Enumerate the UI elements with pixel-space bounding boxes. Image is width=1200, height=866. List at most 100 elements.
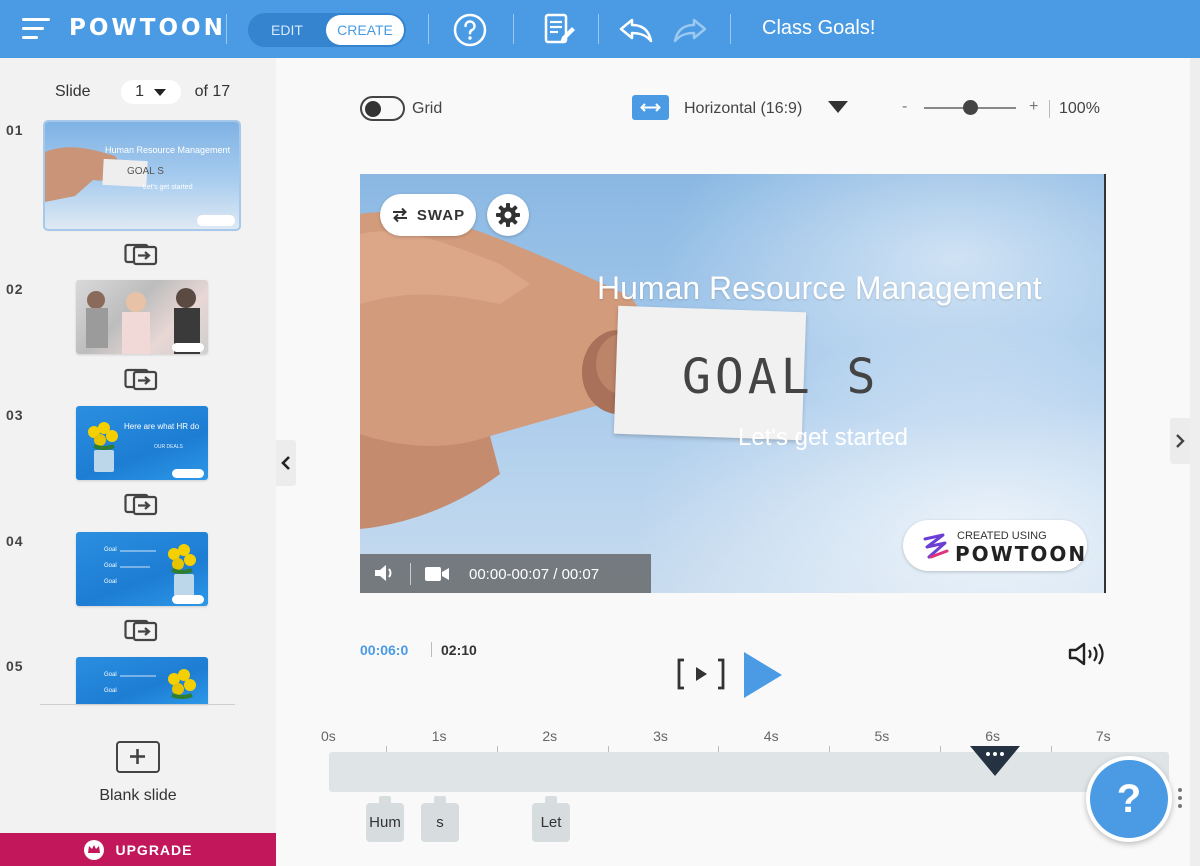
help-circle-icon[interactable] [452, 12, 488, 48]
undo-icon[interactable] [618, 12, 654, 48]
powtoon-logo: POWTOON [69, 15, 226, 41]
timeline-item-chip[interactable]: s [421, 796, 459, 842]
orientation-caret-icon[interactable] [828, 101, 848, 113]
play-icon[interactable] [742, 650, 784, 700]
slide-number-value: 1 [135, 83, 145, 100]
slides-sidebar: Slide 1 of 17 01 Human Resource Manageme… [0, 58, 276, 866]
divider [410, 563, 411, 585]
slide-thumbnail-4[interactable]: Goal Goal Goal [76, 532, 208, 606]
timeline-second-label: 2s [542, 728, 558, 744]
slide-number: 05 [6, 658, 24, 674]
divider [431, 642, 432, 657]
transition-icon[interactable] [124, 492, 158, 516]
divider [730, 14, 731, 44]
paper-text: GOAL S [682, 349, 880, 405]
thumb-goal-2: Goal [104, 688, 117, 694]
transition-icon[interactable] [124, 242, 158, 266]
chevron-right-icon [1176, 434, 1185, 448]
slide-number: 01 [6, 122, 24, 138]
add-blank-slide-button[interactable] [116, 741, 160, 773]
speaker-icon[interactable] [373, 563, 397, 583]
plus-icon [130, 749, 145, 764]
settings-button[interactable] [487, 194, 529, 236]
slide-thumbnail-5[interactable]: Goal Goal [76, 657, 208, 704]
grid-toggle[interactable] [360, 96, 405, 121]
slide-thumbnail-2[interactable] [76, 280, 208, 354]
notes-edit-icon[interactable] [541, 12, 577, 48]
orientation-label[interactable]: Horizontal (16:9) [684, 100, 802, 118]
slide-number: 04 [6, 533, 24, 549]
timeline-second-label: 5s [874, 728, 890, 744]
timeline-second-label: 6s [985, 728, 1000, 744]
collapse-sidebar-button[interactable] [276, 440, 296, 486]
mode-create-button[interactable]: CREATE [326, 15, 404, 45]
zoom-value: 100% [1059, 100, 1100, 117]
zoom-out-button[interactable]: - [902, 98, 907, 116]
upgrade-button[interactable]: UPGRADE [0, 833, 276, 866]
thumb-line-1: Here are what HR do [124, 422, 200, 431]
volume-icon[interactable] [1068, 640, 1106, 668]
crown-icon [84, 839, 105, 860]
zoom-slider-handle[interactable] [962, 100, 978, 115]
slide-number: 03 [6, 407, 24, 423]
caret-down-icon [154, 88, 167, 96]
camera-icon[interactable] [424, 565, 450, 583]
document-title[interactable]: Class Goals! [762, 17, 875, 40]
chevron-left-icon [281, 456, 290, 470]
thumb-goal-3: Goal [104, 579, 117, 585]
timeline-playhead[interactable] [968, 744, 1022, 778]
transition-icon[interactable] [124, 618, 158, 642]
flower-pot-thumb [120, 669, 196, 699]
timeline-track[interactable] [329, 752, 1169, 792]
swap-arrows-icon [392, 207, 407, 223]
horizontal-arrows-icon [640, 103, 661, 112]
timeline-second-label: 4s [763, 728, 779, 744]
mode-toggle: EDIT CREATE [248, 13, 406, 47]
expand-panel-button[interactable] [1170, 418, 1190, 464]
toggle-knob [365, 100, 381, 117]
slide-thumbnail-1[interactable]: Human Resource Management GOAL S Let's g… [43, 120, 241, 231]
orientation-button[interactable] [632, 95, 669, 120]
grid-label: Grid [412, 100, 443, 117]
badge-small-text: CREATED USING [957, 530, 1047, 542]
swap-button[interactable]: SWAP [380, 194, 476, 236]
preview-controls-bar: 00:00-00:07 / 00:07 [360, 554, 651, 593]
slide-total: of 17 [194, 83, 231, 100]
timeline-item-chip[interactable]: Hum [366, 796, 404, 842]
more-options-icon[interactable] [1178, 788, 1184, 810]
slide-canvas[interactable]: GOAL S SWAP Human Resource Management Le… [360, 174, 1106, 593]
watermark-badge [172, 595, 204, 604]
top-bar: POWTOON EDIT CREATE Class Goals! [0, 0, 1200, 58]
gear-icon [496, 203, 520, 227]
thumb-line-2: OUR DEALS [154, 444, 183, 450]
transition-icon[interactable] [124, 367, 158, 391]
created-using-powtoon-badge: CREATED USING POWTOON [903, 520, 1087, 571]
zoom-in-button[interactable]: + [1029, 98, 1038, 116]
slide-title-text[interactable]: Human Resource Management [597, 270, 1042, 307]
watermark-badge [172, 469, 204, 478]
preview-time-range: 00:00-00:07 / 00:07 [469, 566, 600, 583]
thumb-goal-1: Goal [104, 547, 117, 553]
sidebar-divider [40, 704, 235, 705]
slide-prefix: Slide [55, 83, 91, 100]
thumb-title: Human Resource Management [105, 145, 231, 155]
mode-edit-button[interactable]: EDIT [248, 13, 326, 47]
powtoon-mark-icon [923, 533, 949, 559]
blank-slide-label: Blank slide [99, 787, 177, 804]
menu-icon[interactable] [22, 18, 50, 40]
timeline-second-label: 0s [321, 728, 336, 744]
slide-number-select[interactable]: 1 [120, 80, 181, 104]
badge-brand-text: POWTOON [955, 542, 1088, 566]
thumb-paper-text: GOAL S [127, 166, 164, 177]
timeline-item-chip[interactable]: Let [532, 796, 570, 842]
watermark-badge [172, 343, 204, 352]
slide-thumbnail-3[interactable]: Here are what HR do OUR DEALS [76, 406, 208, 480]
help-button[interactable]: ? [1086, 756, 1172, 842]
redo-icon[interactable] [672, 12, 708, 48]
play-slide-button[interactable] [676, 657, 726, 691]
timeline-second-label: 7s [1095, 728, 1111, 744]
divider [1049, 100, 1050, 118]
timeline-second-label: 1s [431, 728, 447, 744]
slide-subtitle-text[interactable]: Let's get started [738, 424, 908, 452]
scrollbar[interactable] [1190, 58, 1200, 866]
